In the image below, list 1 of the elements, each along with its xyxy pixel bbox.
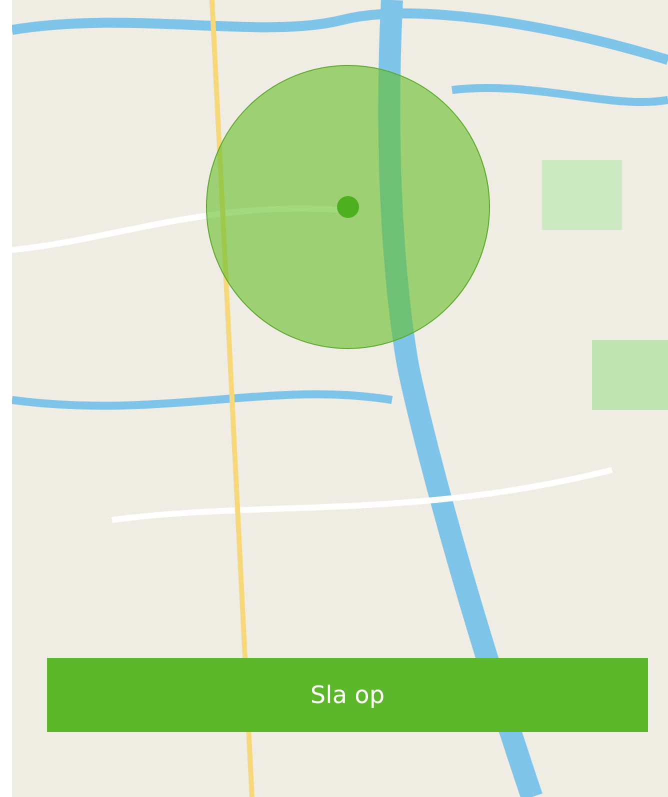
save-button[interactable]: Sla op xyxy=(47,658,648,732)
